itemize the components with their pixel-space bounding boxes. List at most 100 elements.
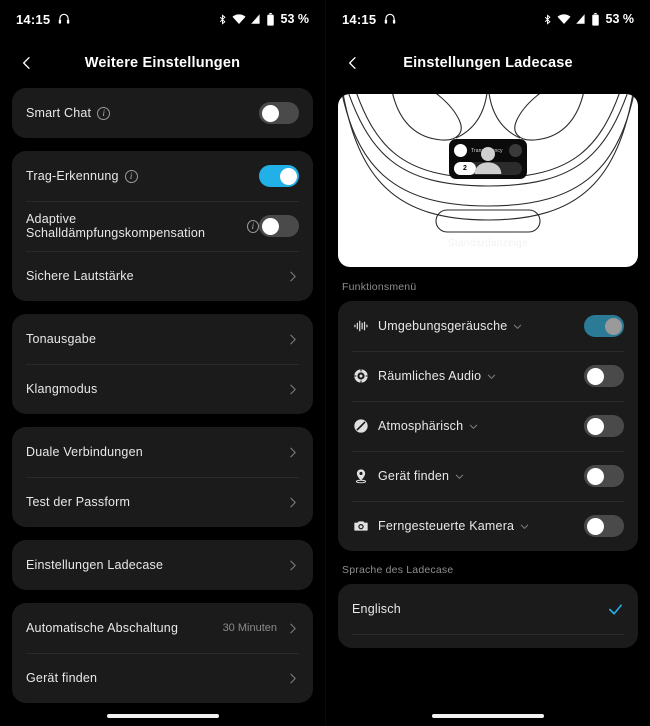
waveform-icon <box>352 318 369 335</box>
header-right: Einstellungen Ladecase <box>326 38 650 88</box>
toggle-raeumliches-audio[interactable] <box>584 365 624 387</box>
case-display: Transparency 2 <box>449 139 527 179</box>
headphones-icon <box>383 12 397 26</box>
row-label: Automatische Abschaltung <box>26 621 179 635</box>
row-label: Ferngesteuerte Kamera <box>378 519 515 533</box>
chevron-down-icon[interactable] <box>519 521 530 532</box>
settings-group-detection: Trag-Erkennung i Adaptive Schalldämpfung… <box>12 151 313 301</box>
chevron-down-icon[interactable] <box>512 321 523 332</box>
battery-percent: 53 % <box>605 12 635 26</box>
chevron-down-icon[interactable] <box>454 471 465 482</box>
camera-icon <box>352 518 369 535</box>
back-button-right[interactable] <box>340 50 366 76</box>
row-label: Gerät finden <box>26 671 98 685</box>
settings-group-power: Automatische Abschaltung 30 Minuten Gerä… <box>12 603 313 703</box>
row-tonausgabe[interactable]: Tonausgabe <box>12 314 313 364</box>
chevron-right-icon <box>285 332 299 346</box>
toggle-atmosphaerisch[interactable] <box>584 415 624 437</box>
row-sichere-lautstaerke[interactable]: Sichere Lautstärke <box>12 251 313 301</box>
chevron-right-icon <box>285 445 299 459</box>
settings-group-ladecase: Einstellungen Ladecase <box>12 540 313 590</box>
row-test-der-passform[interactable]: Test der Passform <box>12 477 313 527</box>
toggle-trag-erkennung[interactable] <box>259 165 299 187</box>
row-label: Tonausgabe <box>26 332 97 346</box>
toggle-adaptive-kompensation[interactable] <box>259 215 299 237</box>
header-left: Weitere Einstellungen <box>0 38 325 88</box>
row-label: Duale Verbindungen <box>26 445 143 459</box>
row-label: Smart Chat <box>26 106 92 120</box>
spatial-audio-icon <box>352 368 369 385</box>
row-ferngesteuerte-kamera[interactable]: Ferngesteuerte Kamera <box>338 501 638 551</box>
row-umgebungsgeraeusche[interactable]: Umgebungsgeräusche <box>338 301 638 351</box>
bluetooth-icon <box>217 13 228 26</box>
settings-group-connection: Duale Verbindungen Test der Passform <box>12 427 313 527</box>
settings-group-audio: Tonausgabe Klangmodus <box>12 314 313 414</box>
left-phone-screen: 14:15 53 % Weitere Einstellungen Smart C… <box>0 0 325 726</box>
chevron-right-icon <box>285 495 299 509</box>
ladecase-scroll[interactable]: Transparency 2 Standardanzeige Funktions… <box>326 88 650 726</box>
row-atmosphaerisch[interactable]: Atmosphärisch <box>338 401 638 451</box>
back-button-left[interactable] <box>14 50 40 76</box>
row-language-next[interactable] <box>338 634 638 648</box>
toggle-ferngesteuerte-kamera[interactable] <box>584 515 624 537</box>
page-title-right: Einstellungen Ladecase <box>403 55 573 71</box>
battery-icon <box>266 12 275 26</box>
row-klangmodus[interactable]: Klangmodus <box>12 364 313 414</box>
page-title-left: Weitere Einstellungen <box>84 55 241 71</box>
location-pin-icon <box>352 468 369 485</box>
status-time: 14:15 <box>16 11 51 27</box>
status-bar-left: 14:15 53 % <box>0 0 325 38</box>
charging-case-illustration: Transparency 2 Standardanzeige <box>338 94 638 267</box>
status-bar-right: 14:15 53 % <box>326 0 650 38</box>
row-geraet-finden[interactable]: Gerät finden <box>12 653 313 703</box>
atmosphere-icon <box>352 418 369 435</box>
info-icon[interactable]: i <box>124 169 138 183</box>
bluetooth-icon <box>542 13 553 26</box>
wifi-icon <box>556 13 571 25</box>
info-icon[interactable]: i <box>97 106 111 120</box>
row-geraet-finden[interactable]: Gerät finden <box>338 451 638 501</box>
chevron-right-icon <box>285 621 299 635</box>
row-trag-erkennung[interactable]: Trag-Erkennung i <box>12 151 313 201</box>
chevron-right-icon <box>285 269 299 283</box>
illustration-caption: Standardanzeige <box>447 238 529 249</box>
row-label: Einstellungen Ladecase <box>26 558 164 572</box>
language-card: Englisch <box>338 584 638 648</box>
chevron-down-icon[interactable] <box>486 371 497 382</box>
row-label: Gerät finden <box>378 469 450 483</box>
wifi-icon <box>231 13 246 25</box>
chevron-down-icon[interactable] <box>468 421 479 432</box>
row-label: Klangmodus <box>26 382 98 396</box>
toggle-smart-chat[interactable] <box>259 102 299 124</box>
row-label: Adaptive Schalldämpfungskompensation <box>26 212 206 240</box>
settings-scroll-left[interactable]: Smart Chat i Trag-Erkennung i Adaptive S… <box>0 88 325 726</box>
row-duale-verbindungen[interactable]: Duale Verbindungen <box>12 427 313 477</box>
info-icon[interactable]: i <box>246 219 259 233</box>
row-label: Test der Passform <box>26 495 131 509</box>
headphones-icon <box>57 12 71 26</box>
row-value: 30 Minuten <box>222 622 277 634</box>
battery-percent: 53 % <box>280 12 310 26</box>
section-label-sprache: Sprache des Ladecase <box>342 564 454 576</box>
row-adaptive-kompensation[interactable]: Adaptive Schalldämpfungskompensation i <box>12 201 313 251</box>
row-language-englisch[interactable]: Englisch <box>338 584 638 634</box>
row-raeumliches-audio[interactable]: Räumliches Audio <box>338 351 638 401</box>
toggle-umgebungsgeraeusche[interactable] <box>584 315 624 337</box>
settings-group-smart-chat: Smart Chat i <box>12 88 313 138</box>
row-smart-chat[interactable]: Smart Chat i <box>12 88 313 138</box>
home-indicator-left <box>106 714 219 718</box>
toggle-geraet-finden[interactable] <box>584 465 624 487</box>
chevron-right-icon <box>285 382 299 396</box>
row-label: Sichere Lautstärke <box>26 269 134 283</box>
status-time: 14:15 <box>342 11 377 27</box>
chevron-right-icon <box>285 671 299 685</box>
row-label: Atmosphärisch <box>378 419 464 433</box>
cellular-signal-icon <box>575 13 587 25</box>
row-automatische-abschaltung[interactable]: Automatische Abschaltung 30 Minuten <box>12 603 313 653</box>
noise-cancel-mode-icon <box>474 144 522 174</box>
chevron-right-icon <box>285 558 299 572</box>
dual-screenshot-container: 14:15 53 % Weitere Einstellungen Smart C… <box>0 0 650 726</box>
row-einstellungen-ladecase[interactable]: Einstellungen Ladecase <box>12 540 313 590</box>
home-indicator-right <box>432 714 544 718</box>
battery-icon <box>591 12 600 26</box>
